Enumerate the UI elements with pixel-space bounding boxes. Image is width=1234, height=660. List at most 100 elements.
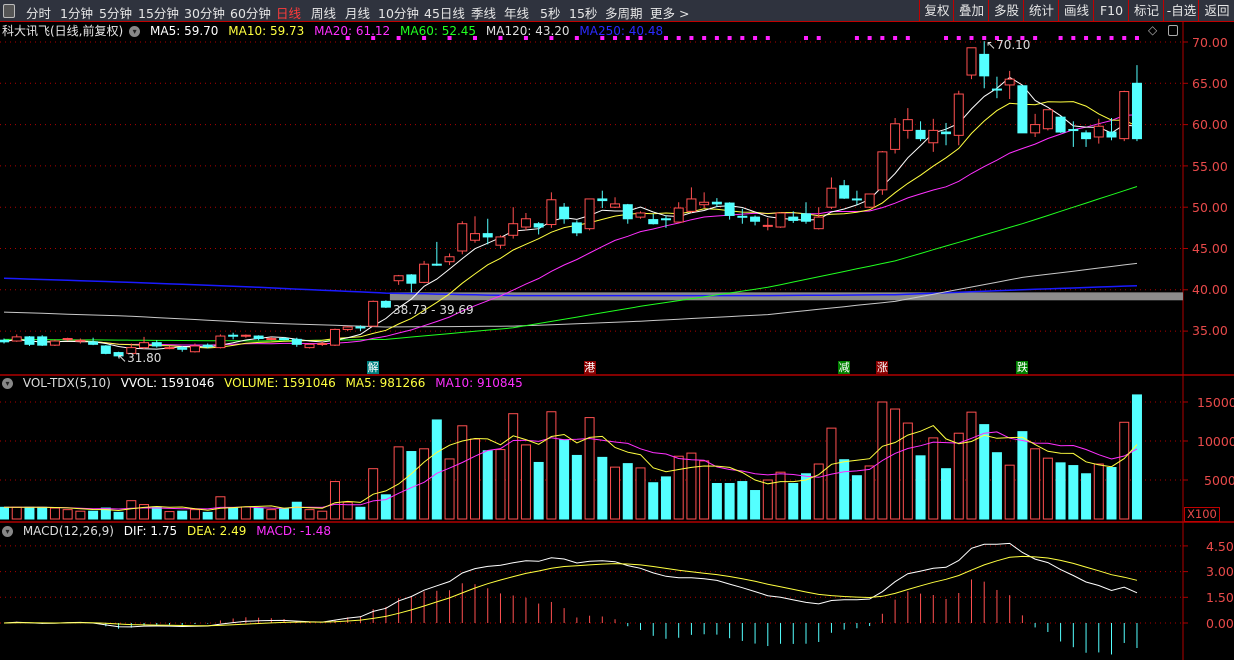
volume-bar-down: [202, 511, 213, 520]
chevron-down-icon[interactable]: ▾: [129, 26, 141, 37]
signal-dot: [702, 36, 707, 40]
chevron-down-icon[interactable]: ▾: [2, 526, 13, 537]
volume-bar-down: [1017, 431, 1028, 520]
event-marker[interactable]: 解: [367, 361, 380, 374]
volume-bar-down: [24, 506, 35, 520]
volume-bar-up: [584, 417, 595, 520]
candle-up: [240, 334, 251, 337]
signal-dot: [854, 36, 859, 40]
volume-bar-down: [1055, 462, 1066, 520]
volume-bar-up: [62, 509, 73, 520]
candle-up: [1093, 125, 1104, 138]
event-marker[interactable]: 涨: [876, 361, 889, 374]
candle-up: [813, 216, 824, 230]
volume-bar-down: [151, 506, 162, 520]
candle-up: [508, 223, 519, 236]
candle-up: [189, 345, 200, 353]
signal-dot: [867, 36, 872, 40]
candle-down: [291, 338, 302, 345]
volume-value: VOLUME: 1591046: [224, 376, 336, 390]
candle-up: [342, 326, 353, 330]
signal-dot: [727, 36, 732, 40]
macd-indicator-name: MACD(12,26,9): [22, 524, 114, 538]
candle-down: [406, 274, 417, 284]
volume-bar-down: [622, 463, 633, 520]
stock-title: 科大讯飞(日线,前复权): [2, 24, 124, 38]
price-tick: 50.00: [1192, 200, 1228, 215]
vol-indicator-name: VOL-TDX(5,10): [22, 376, 111, 390]
price-tick: 35.00: [1192, 323, 1228, 338]
price-tick: 45.00: [1192, 241, 1228, 256]
volume-bar-up: [11, 506, 22, 520]
volume-bar-down: [88, 510, 99, 520]
candle-up: [546, 199, 557, 226]
ma250-value: MA250: 40.48: [579, 24, 664, 38]
candle-up: [470, 233, 481, 241]
candle-down: [228, 334, 239, 337]
candle-down: [559, 206, 570, 220]
candle-down: [915, 129, 926, 140]
volume-bar-up: [928, 437, 939, 520]
candle-up: [139, 342, 150, 349]
chevron-down-icon[interactable]: ▾: [2, 378, 13, 389]
volume-bar-up: [189, 509, 200, 520]
volume-bar-down: [851, 475, 862, 520]
volume-tick: 15000: [1197, 395, 1234, 410]
volume-bar-up: [546, 411, 557, 520]
volume-bar-up: [164, 511, 175, 520]
candle-up: [444, 256, 455, 263]
candle-down: [177, 347, 188, 350]
panel-toggle-icon[interactable]: [1168, 25, 1178, 36]
volume-bar-down: [431, 419, 442, 520]
candle-down: [1106, 131, 1117, 138]
price-tick: 55.00: [1192, 159, 1228, 174]
signal-dot: [1071, 36, 1076, 40]
volume-bar-down: [1106, 467, 1117, 520]
candle-down: [737, 215, 748, 218]
candle-down: [750, 216, 761, 222]
volume-bar-down: [113, 511, 124, 520]
macd-tick: 0.00: [1206, 616, 1234, 631]
volume-bar-up: [610, 466, 621, 520]
volume-bar-down: [228, 507, 239, 520]
candle-up: [215, 335, 226, 349]
signal-dot: [969, 36, 974, 40]
event-marker[interactable]: 减: [838, 361, 851, 374]
candle-up: [890, 123, 901, 150]
candle-down: [941, 131, 952, 135]
low-price-label: ↖31.80: [117, 351, 161, 365]
candle-up: [1004, 78, 1015, 86]
candle-down: [622, 204, 633, 220]
event-marker[interactable]: 跌: [1016, 361, 1029, 374]
candle-down: [851, 198, 862, 201]
dif-value: DIF: 1.75: [123, 524, 178, 538]
signal-dot: [880, 36, 885, 40]
event-marker[interactable]: 港: [583, 361, 596, 374]
vvol-value: VVOL: 1591046: [120, 376, 215, 390]
candle-down: [380, 300, 391, 308]
volume-bar-down: [355, 506, 366, 520]
volume-bar-up: [1042, 457, 1053, 520]
volume-bar-up: [1119, 421, 1130, 520]
volume-bar-up: [75, 510, 86, 520]
price-header: 科大讯飞(日线,前复权) ▾ MA5: 59.70 MA10: 59.73 MA2…: [0, 22, 669, 38]
candle-down: [979, 53, 990, 77]
volume-bar-down: [482, 450, 493, 520]
candle-up: [635, 212, 646, 218]
volume-bar-down: [979, 424, 990, 520]
diamond-icon[interactable]: ◇: [1148, 23, 1157, 37]
volume-unit-label: X100: [1184, 507, 1220, 522]
kline-chart[interactable]: [0, 0, 1234, 660]
candle-down: [800, 213, 811, 222]
candle-down: [37, 336, 48, 346]
volume-bar-up: [673, 455, 684, 520]
candle-down: [88, 341, 99, 345]
candle-down: [431, 263, 442, 266]
candle-up: [317, 342, 328, 345]
volume-bar-down: [737, 481, 748, 520]
volume-bar-down: [37, 506, 48, 520]
candle-up: [62, 338, 73, 341]
candle-down: [1068, 129, 1079, 132]
price-gap-band: [389, 292, 1183, 301]
volume-bar-down: [177, 510, 188, 520]
